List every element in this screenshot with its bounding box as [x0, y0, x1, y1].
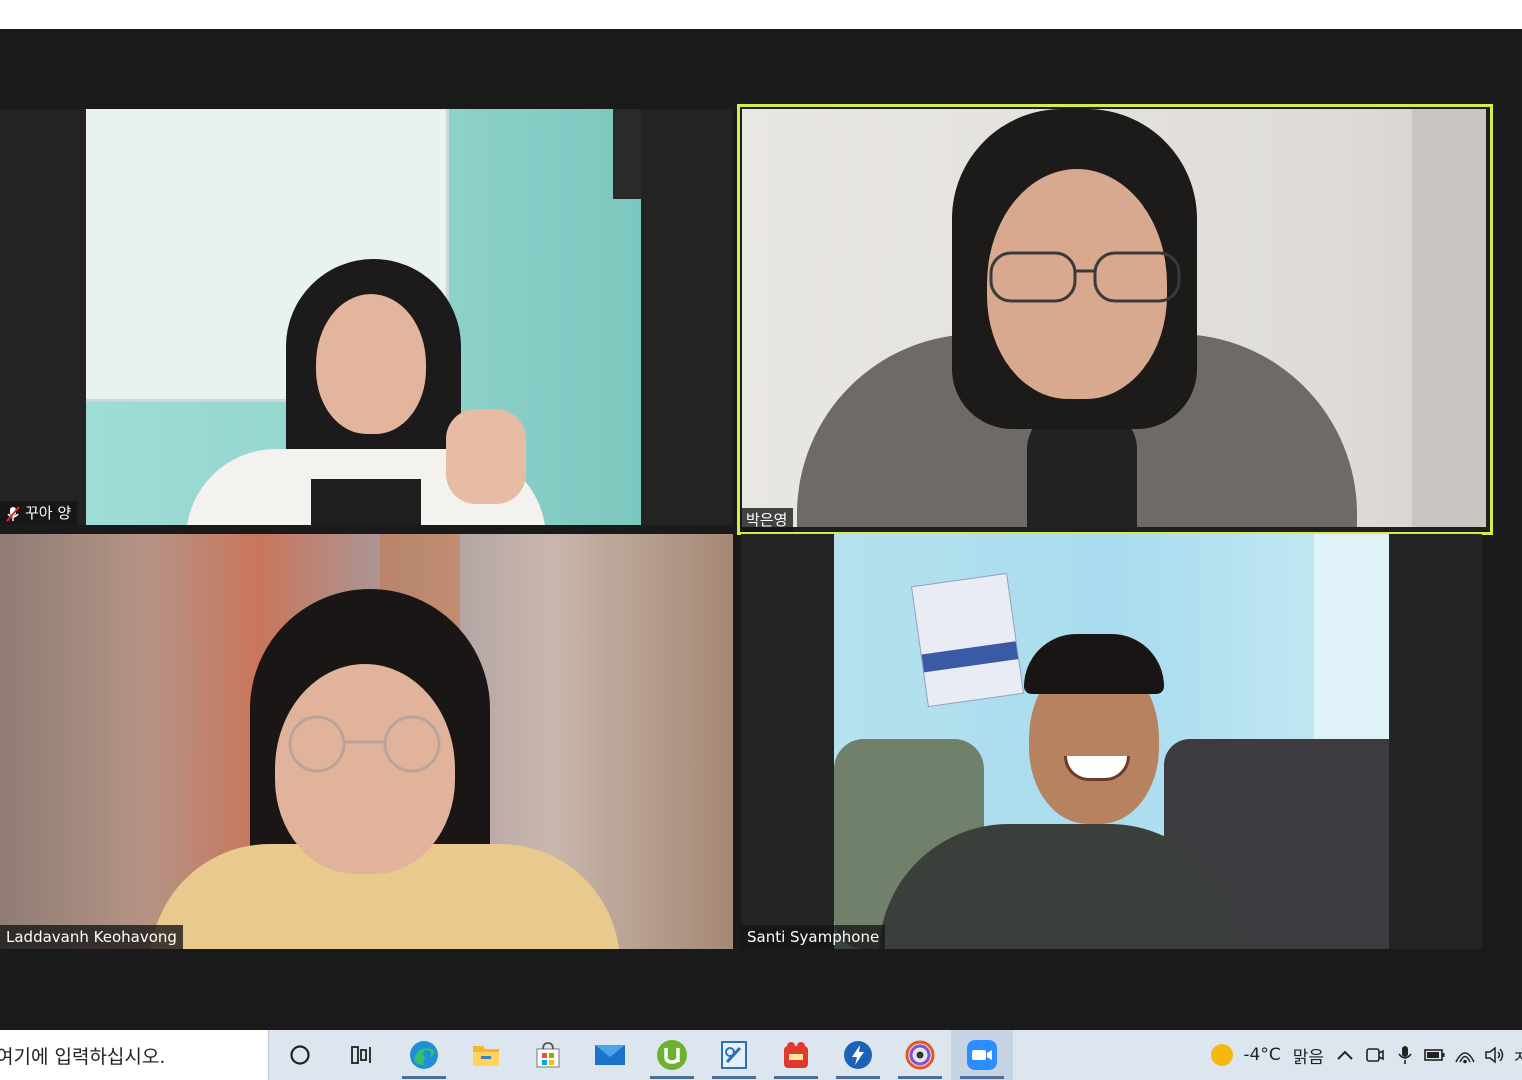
wifi-icon: [1455, 1052, 1475, 1064]
background-object: [613, 109, 641, 199]
show-hidden-icons-button[interactable]: [1330, 1030, 1360, 1080]
microphone-icon: [1398, 1046, 1412, 1064]
weather-condition[interactable]: 맑음: [1293, 1043, 1324, 1068]
volume-button[interactable]: [1480, 1030, 1510, 1080]
editor-icon: [721, 1041, 747, 1069]
participant-face: [316, 294, 426, 434]
edge-icon: [410, 1041, 438, 1069]
task-view-button[interactable]: [331, 1030, 393, 1080]
utorrent-icon: [657, 1040, 687, 1070]
input-language-indicator[interactable]: ㅈ: [1512, 1043, 1522, 1068]
system-tray: -4°C 맑음 ㅈ: [1207, 1030, 1522, 1080]
window-title-bar: [0, 0, 1522, 29]
media-player-icon: [905, 1040, 935, 1070]
participant-name-tag: Laddavanh Keohavong: [0, 925, 183, 949]
zoom-icon: [967, 1040, 997, 1070]
participant-video: [742, 109, 1486, 527]
participant-name: Santi Syamphone: [747, 928, 880, 946]
taskbar-app-pdf[interactable]: [765, 1030, 827, 1080]
glasses-icon: [989, 251, 1181, 303]
video-gallery: 꾸아 양 박은영 Laddavanh Keohavong Santi Syamp…: [0, 29, 1522, 1030]
participant-name: 박은영: [746, 511, 788, 529]
cortana-icon: [290, 1045, 310, 1065]
microsoft-store-icon: [536, 1042, 560, 1068]
participant-tile[interactable]: Santi Syamphone: [741, 534, 1482, 949]
sun-icon: [1211, 1044, 1234, 1066]
participant-video: [86, 109, 641, 525]
participant-tile[interactable]: Laddavanh Keohavong: [0, 534, 733, 949]
taskbar-app-mail[interactable]: [579, 1030, 641, 1080]
participant-name-tag: Santi Syamphone: [741, 925, 886, 949]
participant-inner-shirt: [311, 479, 421, 525]
participant-video: [834, 534, 1389, 949]
chevron-up-icon: [1337, 1050, 1353, 1060]
weather-widget[interactable]: [1207, 1030, 1237, 1080]
taskbar-app-media-player[interactable]: [889, 1030, 951, 1080]
wifi-button[interactable]: [1450, 1030, 1480, 1080]
battery-button[interactable]: [1420, 1030, 1450, 1080]
peace-sign-hand: [446, 409, 526, 504]
taskbar-app-file-explorer[interactable]: [455, 1030, 517, 1080]
taskbar-app-microsoft-store[interactable]: [517, 1030, 579, 1080]
participant-video: [0, 534, 733, 949]
participant-tile-active-speaker[interactable]: 박은영: [737, 104, 1493, 535]
microphone-muted-icon: [6, 505, 20, 522]
taskbar-app-bolt[interactable]: [827, 1030, 889, 1080]
taskbar-app-zoom[interactable]: [951, 1030, 1013, 1080]
taskbar-app-editor[interactable]: [703, 1030, 765, 1080]
background-wall: [1412, 109, 1486, 527]
weather-temperature[interactable]: -4°C: [1243, 1045, 1280, 1065]
participant-name-tag: 박은영: [740, 508, 794, 532]
taskbar-search-box[interactable]: 여기에 입력하십시오.: [0, 1030, 269, 1080]
file-explorer-icon: [473, 1046, 499, 1066]
pdf-app-icon: [784, 1042, 808, 1068]
microphone-status-button[interactable]: [1390, 1030, 1420, 1080]
camera-icon: [1366, 1048, 1384, 1062]
speaker-icon: [1485, 1046, 1504, 1064]
windows-taskbar: 여기에 입력하십시오. -4°C 맑음 ㅈ: [0, 1030, 1522, 1080]
participant-hair: [1024, 634, 1164, 694]
app-bolt-icon: [844, 1041, 872, 1069]
participant-tile[interactable]: 꾸아 양: [0, 109, 733, 525]
cortana-button[interactable]: [269, 1030, 331, 1080]
camera-status-button[interactable]: [1360, 1030, 1390, 1080]
participant-name-tag: 꾸아 양: [0, 501, 78, 525]
taskbar-app-utorrent[interactable]: [641, 1030, 703, 1080]
participant-name: Laddavanh Keohavong: [6, 928, 177, 946]
glasses-icon: [288, 715, 441, 773]
task-view-icon: [351, 1046, 371, 1064]
mail-icon: [595, 1045, 625, 1065]
search-placeholder: 여기에 입력하십시오.: [0, 1045, 166, 1068]
battery-icon: [1424, 1049, 1445, 1061]
wall-calendar: [910, 572, 1025, 708]
participant-name: 꾸아 양: [25, 504, 72, 522]
taskbar-app-edge[interactable]: [393, 1030, 455, 1080]
